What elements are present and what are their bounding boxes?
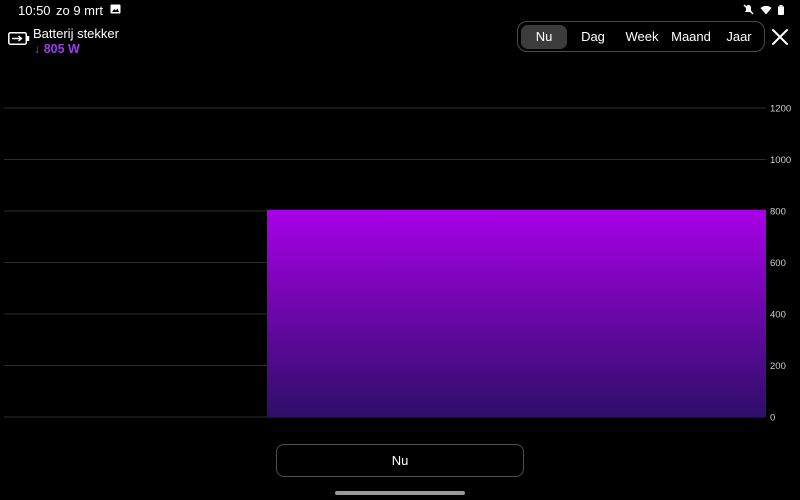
y-tick-label: 0 (770, 413, 775, 424)
y-tick-label: 600 (770, 258, 786, 269)
y-tick-label: 1200 (770, 104, 791, 115)
y-tick-label: 800 (770, 207, 786, 218)
home-indicator[interactable] (335, 491, 465, 495)
y-tick-label: 400 (770, 310, 786, 321)
now-button[interactable]: Nu (276, 444, 524, 477)
chart-bar[interactable] (267, 209, 766, 417)
power-chart: 0 200 400 600 800 1000 1200 (4, 104, 791, 424)
y-tick-label: 1000 (770, 155, 791, 166)
y-tick-label: 200 (770, 361, 786, 372)
